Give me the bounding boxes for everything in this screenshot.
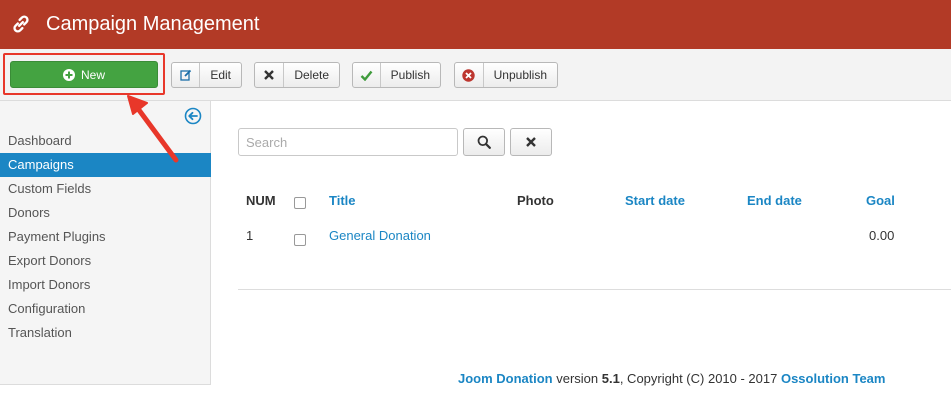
select-all-checkbox[interactable] <box>294 197 306 209</box>
edit-button[interactable]: Edit <box>171 62 242 88</box>
unpublish-button[interactable]: Unpublish <box>454 62 558 88</box>
sidebar-item-import-donors[interactable]: Import Donors <box>0 273 211 297</box>
clear-search-button[interactable] <box>510 128 552 156</box>
unpublish-button-label: Unpublish <box>493 68 547 82</box>
edit-button-label: Edit <box>210 68 231 82</box>
search-icon <box>477 135 491 149</box>
check-icon <box>353 63 381 87</box>
row-checkbox[interactable] <box>294 234 306 246</box>
column-header-start-date[interactable]: Start date <box>625 193 685 209</box>
column-header-num: NUM <box>246 193 276 208</box>
delete-button[interactable]: Delete <box>254 62 340 88</box>
row-title-link[interactable]: General Donation <box>329 228 431 244</box>
column-header-title[interactable]: Title <box>329 193 356 209</box>
sidebar-item-payment-plugins[interactable]: Payment Plugins <box>0 225 211 249</box>
search-button[interactable] <box>463 128 505 156</box>
footer-product-link[interactable]: Joom Donation <box>458 371 553 386</box>
delete-button-label: Delete <box>294 68 329 82</box>
search-input[interactable] <box>238 128 458 156</box>
sidebar-item-custom-fields[interactable]: Custom Fields <box>0 177 211 201</box>
sidebar-item-export-donors[interactable]: Export Donors <box>0 249 211 273</box>
sidebar-item-donors[interactable]: Donors <box>0 201 211 225</box>
column-header-photo: Photo <box>517 193 554 208</box>
sidebar-item-translation[interactable]: Translation <box>0 321 211 345</box>
page-header: Campaign Management <box>0 0 951 49</box>
table-divider <box>238 289 951 290</box>
close-icon <box>526 137 536 147</box>
footer-version-prefix: version <box>552 371 602 386</box>
annotation-arrow-icon <box>127 95 179 163</box>
page-title: Campaign Management <box>46 13 260 35</box>
publish-button[interactable]: Publish <box>352 62 441 88</box>
cancel-circle-icon <box>455 63 484 87</box>
row-goal: 0.00 <box>869 228 895 243</box>
footer-company-link[interactable]: Ossolution Team <box>781 371 886 386</box>
column-header-goal[interactable]: Goal <box>866 193 895 209</box>
footer-version: 5.1 <box>601 371 620 386</box>
link-icon <box>13 15 29 33</box>
footer: Joom Donation version 5.1, Copyright (C)… <box>458 371 885 387</box>
edit-icon <box>172 63 201 87</box>
row-num: 1 <box>246 228 254 243</box>
sidebar-item-configuration[interactable]: Configuration <box>0 297 211 321</box>
close-icon <box>255 63 285 87</box>
column-header-end-date[interactable]: End date <box>747 193 802 209</box>
publish-button-label: Publish <box>390 68 430 82</box>
footer-copyright: , Copyright (C) 2010 - 2017 <box>619 371 781 386</box>
